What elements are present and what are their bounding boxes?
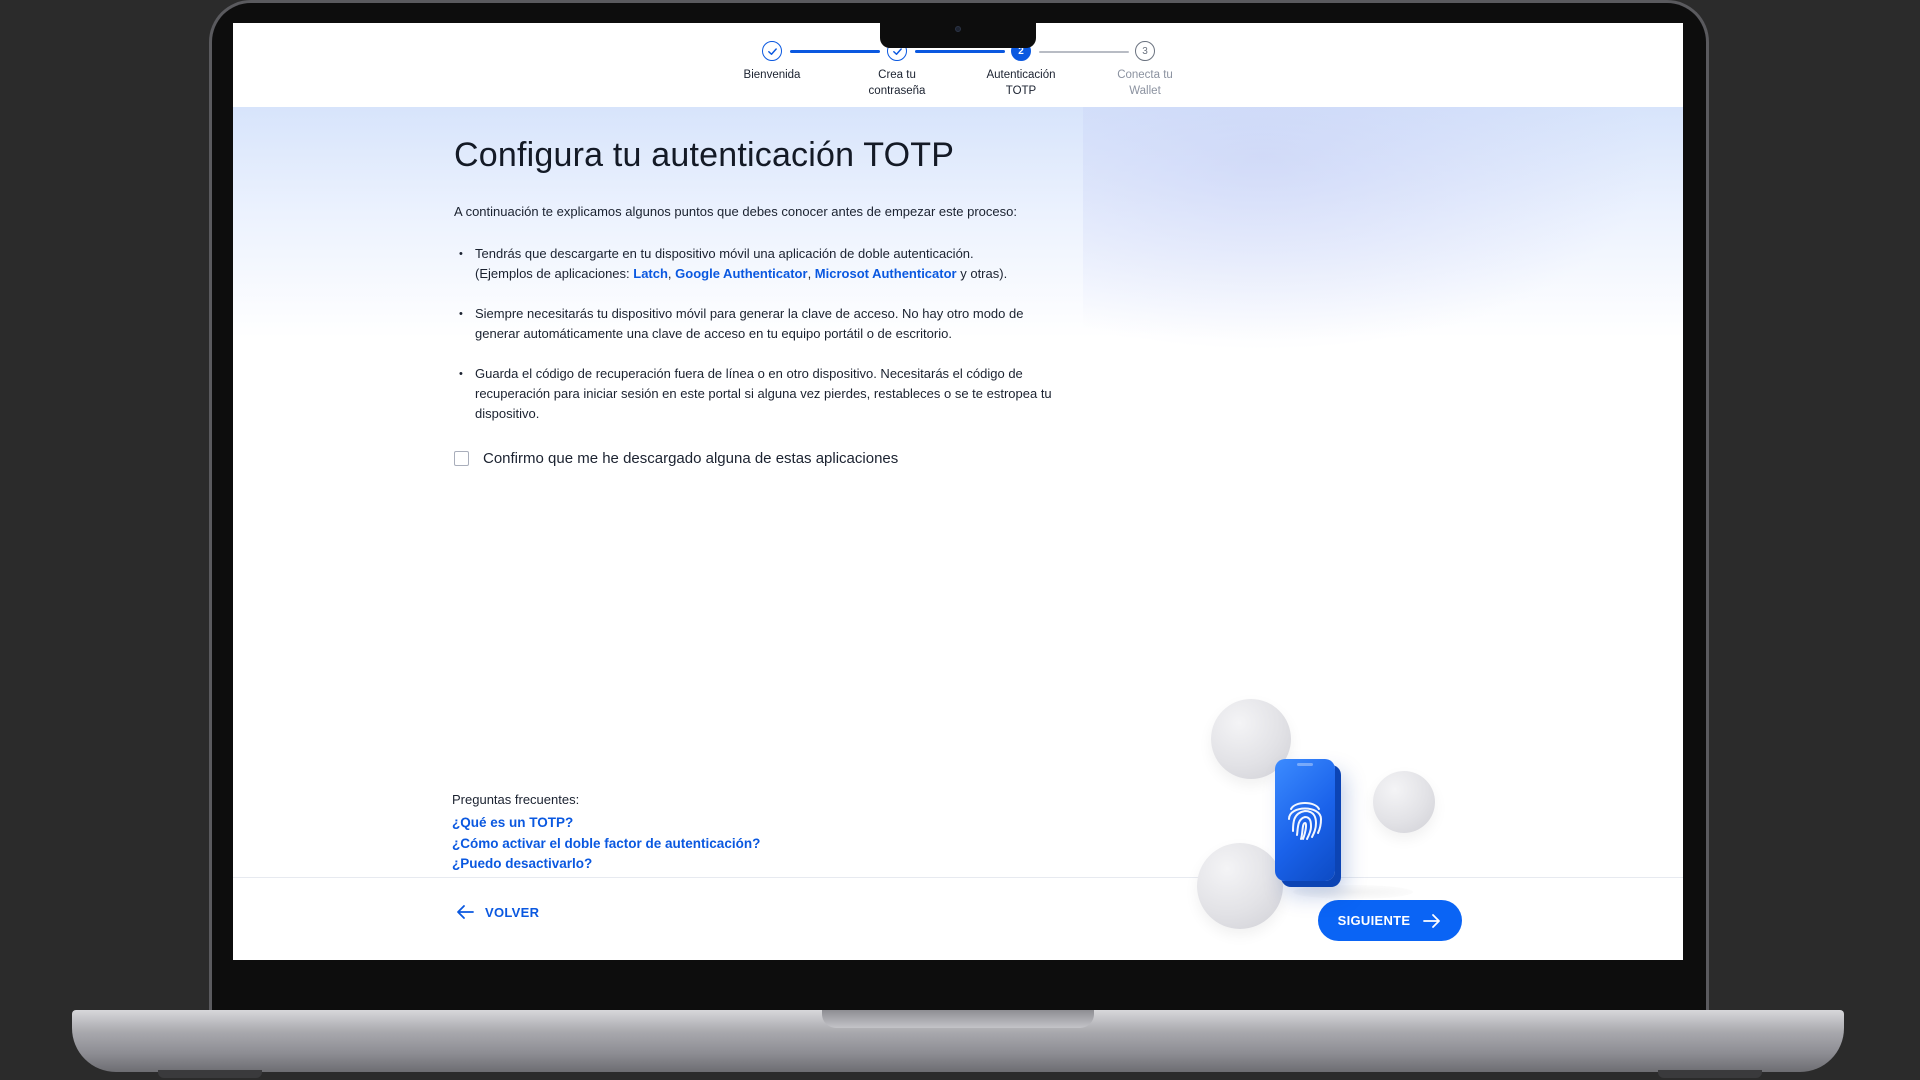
step-label: Crea tu contraseña <box>868 69 926 97</box>
faq-section: Preguntas frecuentes: ¿Qué es un TOTP? ¿… <box>452 792 760 875</box>
intro-text: A continuación te explicamos algunos pun… <box>454 204 1017 219</box>
arrow-left-icon <box>457 905 474 919</box>
laptop-foot <box>1658 1070 1762 1078</box>
camera-icon <box>955 26 961 32</box>
totp-illustration <box>1197 699 1463 947</box>
step-label: Autenticación TOTP <box>986 69 1056 97</box>
laptop-base <box>72 1010 1844 1072</box>
confirm-download-option[interactable]: Confirmo que me he descargado alguna de … <box>454 450 898 467</box>
faq-link-que-es-totp[interactable]: ¿Qué es un TOTP? <box>452 813 760 834</box>
check-icon <box>767 47 777 55</box>
list-item: Siempre necesitarás tu dispositivo móvil… <box>454 304 1054 344</box>
step-bienvenida[interactable]: Bienvenida <box>717 41 827 83</box>
laptop-notch <box>880 22 1036 48</box>
step-completed-check <box>762 41 782 61</box>
sphere-decoration <box>1197 843 1283 929</box>
step-number: 3 <box>1135 41 1155 61</box>
confirm-checkbox[interactable] <box>454 451 469 466</box>
back-button-label: VOLVER <box>485 904 540 920</box>
step-conecta-wallet[interactable]: 3 Conecta tu Wallet <box>1090 41 1200 99</box>
faq-title: Preguntas frecuentes: <box>452 792 580 807</box>
confirm-label: Confirmo que me he descargado alguna de … <box>483 450 899 467</box>
list-item: Tendrás que descargarte en tu dispositiv… <box>454 244 1054 284</box>
app-screen: Bienvenida Crea tu contraseña 2 Autentic… <box>233 23 1683 960</box>
laptop-foot <box>158 1070 262 1078</box>
list-item: Guarda el código de recuperación fuera d… <box>454 364 1054 424</box>
step-label: Bienvenida <box>743 69 801 81</box>
fingerprint-icon <box>1288 802 1323 840</box>
sphere-decoration <box>1373 771 1435 833</box>
step-autenticacion-totp[interactable]: 2 Autenticación TOTP <box>966 41 1076 99</box>
faq-link-como-activar[interactable]: ¿Cómo activar el doble factor de autenti… <box>452 834 760 855</box>
step-crea-contrasena[interactable]: Crea tu contraseña <box>842 41 952 99</box>
info-list: Tendrás que descargarte en tu dispositiv… <box>454 244 1054 444</box>
page-title: Configura tu autenticación TOTP <box>454 136 955 174</box>
latch-link[interactable]: Latch <box>633 266 668 281</box>
fingerprint-phone-icon <box>1275 759 1335 881</box>
back-button[interactable]: VOLVER <box>455 904 539 920</box>
microsoft-authenticator-link[interactable]: Microsot Authenticator <box>815 266 957 281</box>
step-label: Conecta tu Wallet <box>1117 69 1173 97</box>
main-content: Configura tu autenticación TOTP A contin… <box>233 107 1683 929</box>
google-authenticator-link[interactable]: Google Authenticator <box>675 266 807 281</box>
faq-link-puedo-desactivar[interactable]: ¿Puedo desactivarlo? <box>452 854 760 875</box>
footer-nav: VOLVER SIGUIENTE <box>233 877 1683 960</box>
